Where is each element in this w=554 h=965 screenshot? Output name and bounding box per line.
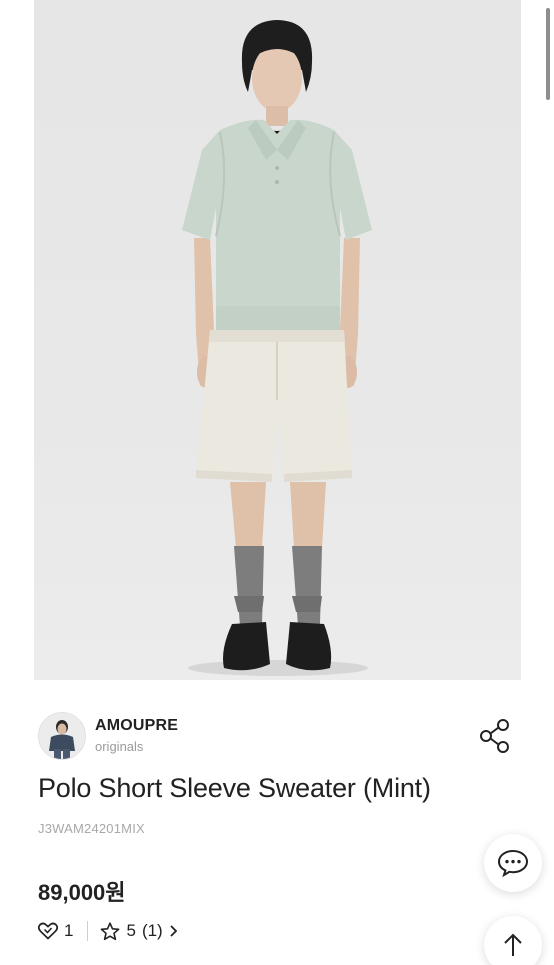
brand-avatar[interactable] — [38, 712, 86, 760]
brand-subtitle: originals — [95, 739, 144, 754]
like-count: 1 — [64, 921, 74, 940]
brand-name[interactable]: AMOUPRE — [95, 717, 178, 735]
chat-icon — [497, 849, 529, 877]
review-link[interactable]: 5 (1) — [100, 921, 177, 941]
product-image[interactable] — [34, 0, 521, 680]
product-stats: 1 5 (1) — [38, 918, 178, 944]
scroll-top-button[interactable] — [484, 916, 542, 965]
review-count: (1) — [141, 921, 163, 940]
like-button[interactable]: 1 — [38, 921, 73, 941]
product-page: AMOUPRE originals Polo Short Sleeve Swea… — [0, 0, 554, 965]
scrollbar[interactable] — [546, 8, 550, 100]
product-price: 89,000원 — [38, 880, 126, 905]
product-title: Polo Short Sleeve Sweater (Mint) — [38, 773, 431, 803]
brand-row[interactable]: AMOUPRE originals — [38, 712, 518, 760]
chat-button[interactable] — [484, 834, 542, 892]
rating-value: 5 — [126, 921, 136, 940]
stats-divider — [87, 921, 89, 941]
star-icon — [101, 921, 120, 940]
chevron-right-icon — [170, 925, 177, 937]
heart-icon — [38, 922, 58, 940]
share-icon — [480, 719, 509, 753]
arrow-up-icon — [504, 933, 522, 956]
share-button[interactable] — [478, 717, 512, 753]
model-photo — [182, 20, 372, 676]
avatar-image — [39, 713, 85, 759]
product-code: J3WAM24201MIX — [38, 821, 145, 836]
